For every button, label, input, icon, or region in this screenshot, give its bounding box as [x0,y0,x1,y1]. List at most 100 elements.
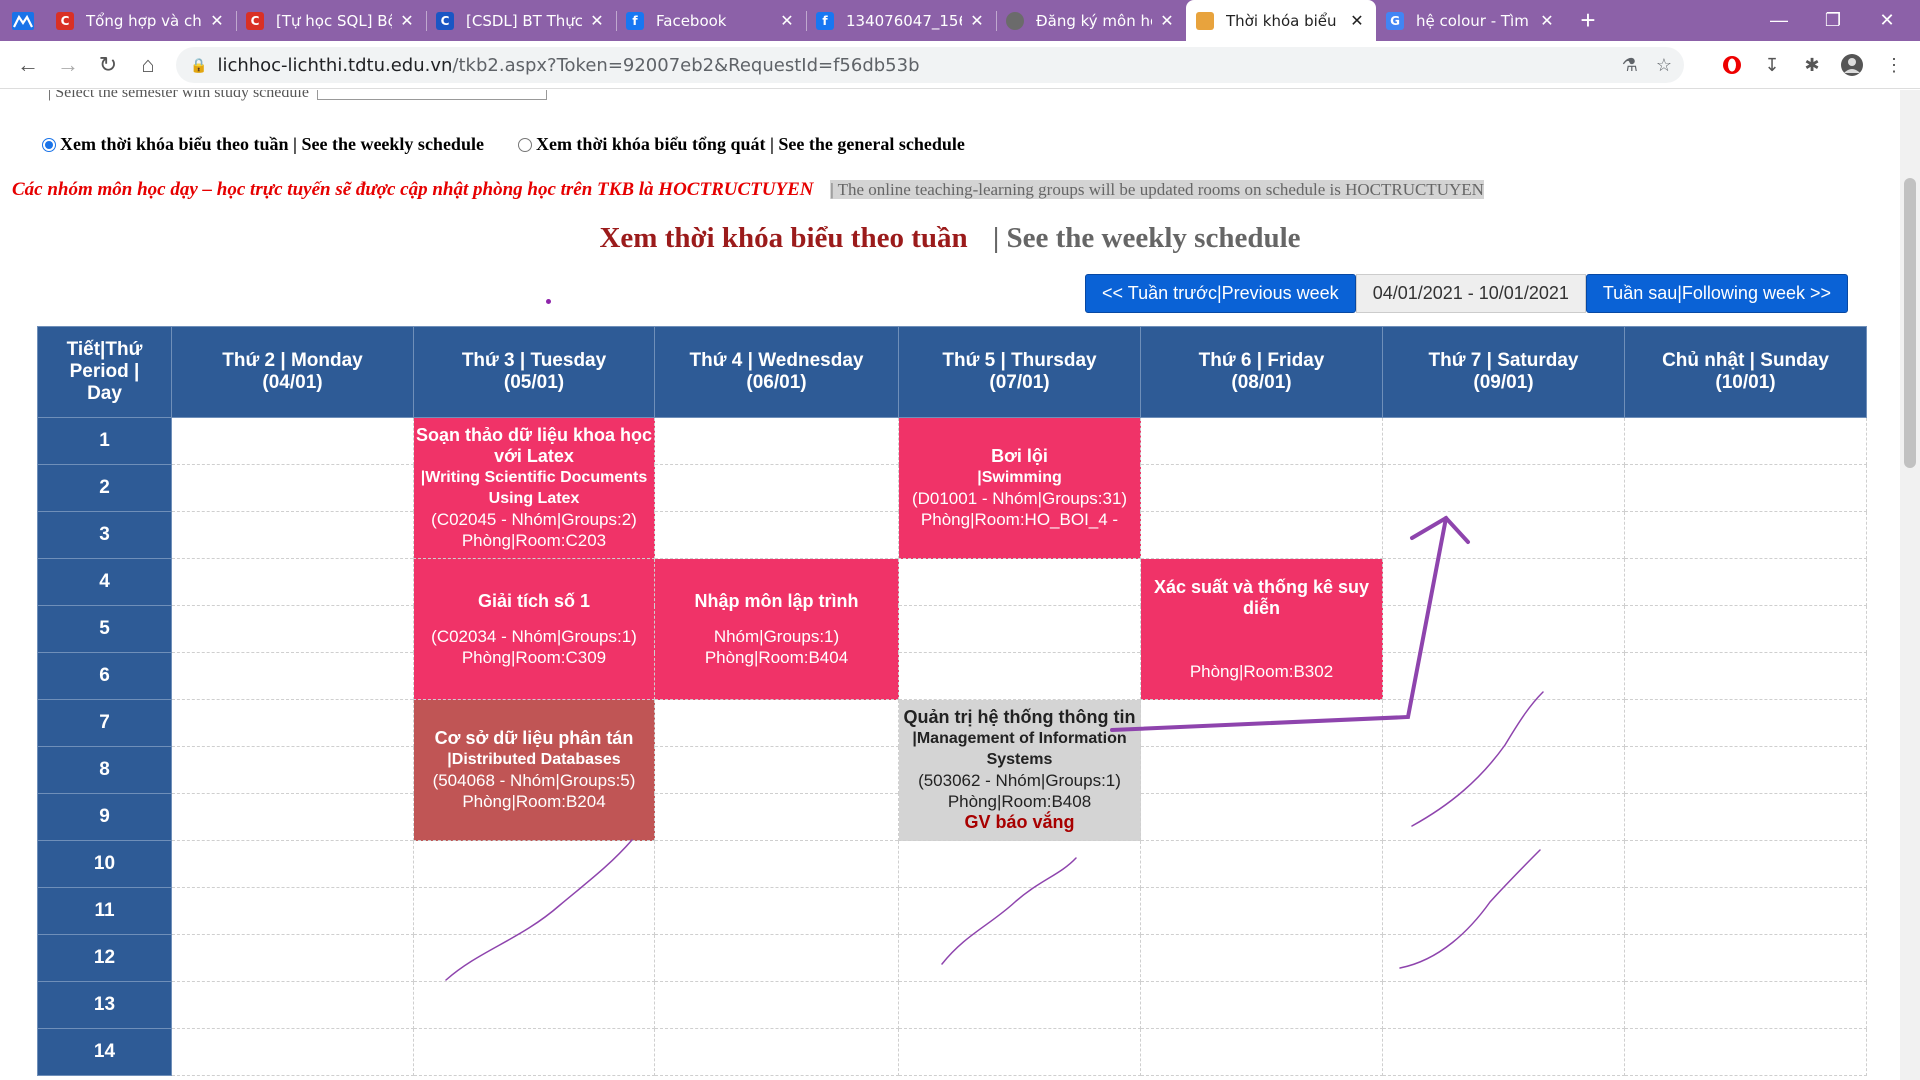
browser-tab[interactable]: Thời khóa biểu ✕ [1186,0,1376,41]
download-extension-icon[interactable]: ↧ [1756,49,1788,81]
empty-slot [171,652,414,700]
course-information-systems[interactable]: Quản trị hệ thống thông tin |Management … [898,699,1141,841]
browser-menu-icon[interactable]: ⋮ [1878,49,1910,81]
course-room: Phòng|Room:B302 [1189,661,1334,681]
table-row: 14 [37,1028,1867,1076]
day-header-thursday: Thứ 5 | Thursday (07/01) [898,326,1141,418]
translate-icon[interactable]: ⚗ [1622,55,1638,76]
previous-week-button[interactable]: << Tuần trước|Previous week [1085,274,1356,313]
period-number: 12 [37,934,172,982]
day-name: Thứ 3 | Tuesday [461,350,607,371]
lock-icon[interactable]: 🔒 [190,57,207,74]
page-title: Xem thời khóa biểu theo tuần | See the w… [0,222,1900,255]
page-title-en: | See the weekly schedule [992,222,1301,254]
course-calculus[interactable]: Giải tích số 1 (C02034 - Nhóm|Groups:1) … [413,558,655,700]
period-number: 13 [37,981,172,1029]
browser-tab[interactable]: C [Tự học SQL] Bộ đ ✕ [236,0,426,41]
day-date: (04/01) [262,372,323,393]
next-week-button[interactable]: Tuần sau|Following week >> [1585,274,1848,313]
course-programming[interactable]: Nhập môn lập trình Nhóm|Groups:1) Phòng|… [654,558,899,700]
browser-tab[interactable]: f Facebook ✕ [616,0,806,41]
back-icon[interactable]: ← [8,45,48,85]
table-row: 7 Cơ sở dữ liệu phân tán |Distributed Da… [37,699,1867,841]
tab-title: hệ colour - Tìm v [1416,11,1532,30]
home-icon[interactable]: ⌂ [128,45,168,85]
close-tab-icon[interactable]: ✕ [398,11,416,30]
browser-tab[interactable]: Đăng ký môn học ✕ [996,0,1186,41]
empty-slot [1382,511,1625,559]
profile-avatar-icon[interactable] [1836,49,1868,81]
course-distributed-databases[interactable]: Cơ sở dữ liệu phân tán |Distributed Data… [413,699,655,841]
new-tab-button[interactable]: + [1566,0,1610,41]
course-code: Nhóm|Groups:1) [713,626,840,646]
minimize-icon[interactable]: — [1756,0,1802,41]
bookmark-star-icon[interactable]: ☆ [1656,55,1672,76]
reload-icon[interactable]: ↻ [88,45,128,85]
empty-slot [1382,417,1625,465]
close-tab-icon[interactable]: ✕ [1538,11,1556,30]
course-latex[interactable]: Soạn thảo dữ liệu khoa học với Latex |Wr… [413,417,655,559]
corner-line: Period | [69,361,140,382]
period-number: 4 [37,558,172,606]
page-scrollbar[interactable] [1900,90,1920,1080]
empty-slot [1382,793,1625,841]
empty-slot [898,605,1141,653]
day-date: (09/01) [1473,372,1534,393]
course-statistics[interactable]: Xác suất và thống kê suy diễn Phòng|Room… [1140,558,1383,700]
globe-icon [1006,11,1024,30]
course-room: Phòng|Room:B204 [462,792,606,811]
close-tab-icon[interactable]: ✕ [1348,11,1366,30]
tab-title: [Tự học SQL] Bộ đ [276,11,392,30]
close-tab-icon[interactable]: ✕ [1158,11,1176,30]
browser-tab[interactable]: f 134076047_1568 ✕ [806,0,996,41]
course-name: Cơ sở dữ liệu phân tán [434,728,634,748]
forward-icon[interactable]: → [48,45,88,85]
radio-general[interactable] [517,137,532,152]
course-swimming[interactable]: Bơi lội |Swimming (D01001 - Nhóm|Groups:… [898,417,1141,559]
period-number: 11 [37,887,172,935]
radio-weekly-label[interactable]: Xem thời khóa biểu theo tuần | See the w… [60,134,484,155]
facebook-icon: f [626,11,644,30]
online-notice: Các nhóm môn học dạy – học trực tuyến sẽ… [12,179,1484,201]
semester-select[interactable] [316,90,547,101]
course-english-name: |Writing Scientific Documents Using Late… [420,469,648,507]
course-name: Giải tích số 1 [477,590,591,611]
day-name: Thứ 5 | Thursday [942,350,1097,371]
close-tab-icon[interactable]: ✕ [968,11,986,30]
tab-title: Tổng hợp và chọn [86,11,202,30]
notice-en: | The online teaching-learning groups wi… [830,180,1484,199]
notice-vi: Các nhóm môn học dạy – học trực tuyến sẽ… [12,179,814,200]
day-name: Thứ 6 | Friday [1198,350,1325,371]
close-window-icon[interactable]: ✕ [1864,0,1910,41]
opera-extension-icon[interactable] [1716,49,1748,81]
browser-tab[interactable]: C Tổng hợp và chọn ✕ [46,0,236,41]
period-number: 5 [37,605,172,653]
empty-slot [654,746,899,794]
address-bar[interactable]: 🔒 lichhoc-lichthi.tdtu.edu.vn/tkb2.aspx?… [176,47,1684,83]
day-date: (06/01) [746,372,807,393]
day-header-saturday: Thứ 7 | Saturday (09/01) [1382,326,1625,418]
empty-slot [1140,793,1383,841]
tab-title: Facebook [656,11,727,30]
gift-icon [1196,11,1214,30]
empty-slot [1624,558,1867,606]
scrollbar-thumb[interactable] [1904,178,1916,468]
app-logo-icon[interactable] [0,0,46,41]
extensions-puzzle-icon[interactable]: ✱ [1796,49,1828,81]
close-tab-icon[interactable]: ✕ [778,11,796,30]
week-navigation: << Tuần trước|Previous week 04/01/2021 -… [1085,274,1848,313]
period-number: 8 [37,746,172,794]
browser-tab[interactable]: Ghệ colour - Tìm v ✕ [1376,0,1566,41]
empty-slot [1140,417,1383,465]
browser-tab[interactable]: C [CSDL] BT Thực hà ✕ [426,0,616,41]
c-logo-icon: C [436,11,454,30]
table-row: 13 [37,981,1867,1029]
empty-slot [171,746,414,794]
radio-general-label[interactable]: Xem thời khóa biểu tổng quát | See the g… [536,134,965,155]
table-row: 11 [37,887,1867,935]
radio-weekly[interactable] [42,137,56,152]
restore-icon[interactable]: ❐ [1810,0,1856,41]
close-tab-icon[interactable]: ✕ [588,11,606,30]
corner-line: Tiết|Thứ [66,339,143,360]
close-tab-icon[interactable]: ✕ [208,11,226,30]
